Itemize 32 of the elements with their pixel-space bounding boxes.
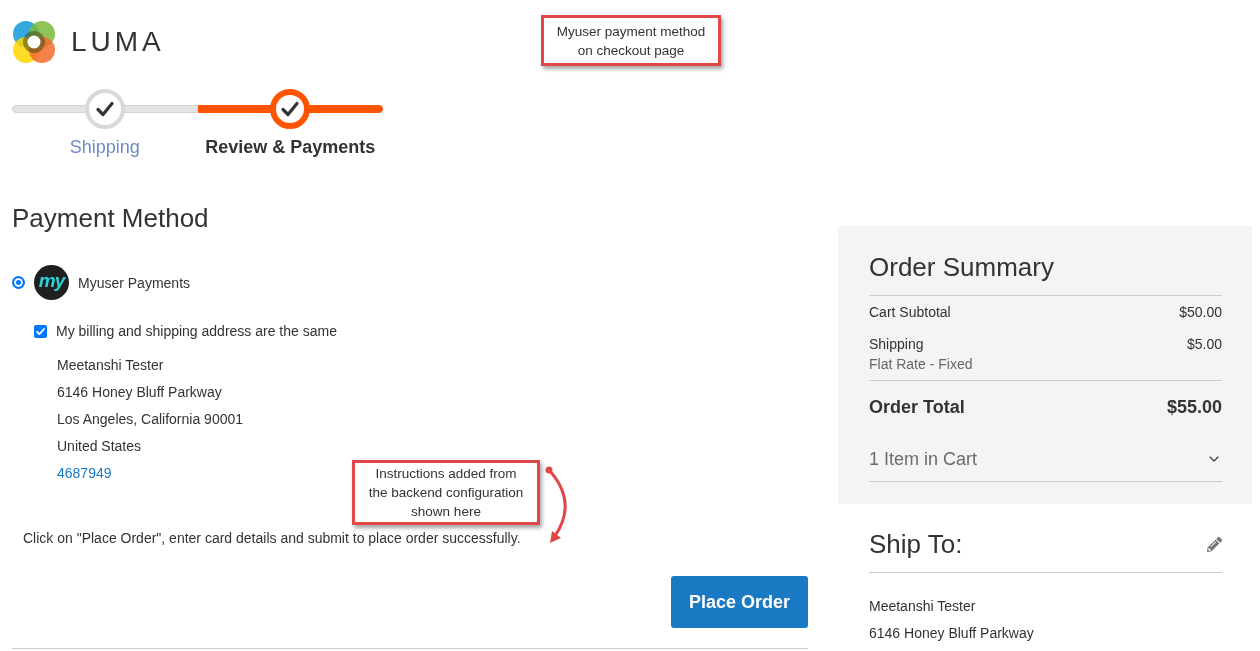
ship-to-title: Ship To: xyxy=(869,528,963,561)
total-label: Order Total xyxy=(869,396,965,419)
summary-note: Flat Rate - Fixed xyxy=(869,355,973,374)
total-value: $55.00 xyxy=(1166,396,1222,419)
checkbox-label[interactable]: My billing and shipping address are the same xyxy=(56,321,337,341)
address-line: United States xyxy=(57,437,142,456)
brand-logo-icon xyxy=(12,20,56,64)
pencil-icon[interactable] xyxy=(1207,536,1222,552)
phone-link[interactable]: 4687949 xyxy=(57,460,112,487)
address-line: 6146 Honey Bluff Parkway xyxy=(57,383,222,402)
section-title: Payment Method xyxy=(12,202,209,235)
step-label[interactable]: Shipping xyxy=(69,135,140,159)
summary-label: Cart Subtotal xyxy=(869,303,951,322)
address-line: Meetanshi Tester xyxy=(869,597,976,616)
payment-method-label[interactable]: Myuser Payments xyxy=(78,272,191,293)
callout-box: Instructions added from the backend configuration shown here xyxy=(352,460,540,525)
summary-title: Order Summary xyxy=(869,251,1054,284)
summary-value: $50.00 xyxy=(1179,303,1222,322)
callout-box: Myuser payment method on checkout page xyxy=(541,15,721,66)
payment-instructions: Click on "Place Order", enter card details and submit to place order successfully. xyxy=(23,529,521,548)
brand-name: LUMA xyxy=(71,28,165,56)
summary-value: $5.00 xyxy=(1186,335,1222,354)
address-line: Los Angeles, California 90001 xyxy=(57,410,244,429)
step-label: Review & Payments xyxy=(205,136,376,159)
items-toggle[interactable]: 1 Item in Cart xyxy=(869,447,978,471)
address-line: 6146 Honey Bluff Parkway xyxy=(869,624,1034,643)
place-order-button[interactable]: Place Order xyxy=(671,576,808,628)
checkbox[interactable] xyxy=(34,324,47,338)
address-line: Meetanshi Tester xyxy=(57,356,164,375)
radio-button[interactable] xyxy=(12,276,25,289)
payment-logo: my xyxy=(34,265,69,300)
summary-label: Shipping xyxy=(869,335,924,354)
